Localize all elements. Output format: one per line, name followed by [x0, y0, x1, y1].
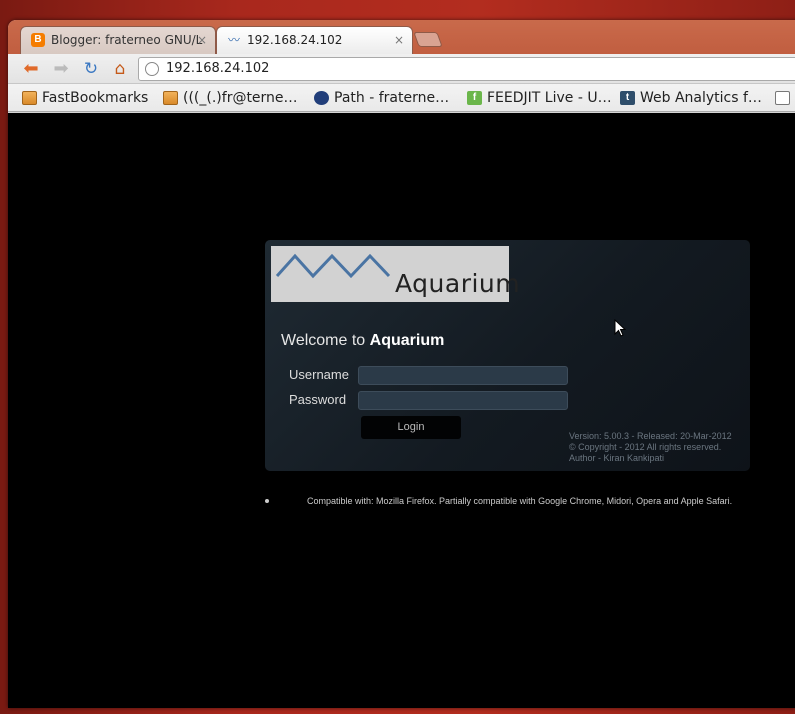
new-tab-button[interactable] — [413, 32, 443, 47]
username-label: Username — [289, 367, 349, 382]
reload-button[interactable]: ↻ — [80, 58, 102, 80]
welcome-heading: Welcome to Aquarium — [281, 332, 444, 350]
back-button[interactable]: ⬅ — [20, 58, 42, 80]
address-bar[interactable]: 192.168.24.102 — [138, 57, 795, 81]
tab-blogger[interactable]: B Blogger: fraterneo GNU/L × — [20, 26, 216, 54]
bookmark-feedjit[interactable]: f FEEDJIT Live - U… — [467, 89, 612, 107]
tumblr-icon: t — [620, 91, 635, 105]
page-content: Aquarium Welcome to Aquarium Username Pa… — [8, 113, 795, 708]
bookmark-path[interactable]: Path - fraterne… — [314, 89, 449, 107]
tab-title: Blogger: fraterneo GNU/L — [51, 33, 203, 47]
bookmark-label: (((_(.)fr@terne… — [183, 90, 298, 106]
forward-button[interactable]: ➡ — [50, 58, 72, 80]
bookmark-label: Web Analytics f… — [640, 90, 762, 106]
page-icon — [775, 91, 790, 105]
url-text: 192.168.24.102 — [166, 61, 270, 76]
compatibility-note: Compatible with: Mozilla Firefox. Partia… — [307, 496, 733, 506]
close-icon[interactable]: × — [394, 27, 404, 53]
globe-icon — [145, 62, 159, 76]
blogger-icon: B — [31, 33, 45, 47]
copyright-text: © Copyright - 2012 All rights reserved. — [569, 442, 722, 452]
reload-icon: ↻ — [83, 59, 99, 79]
bullet-icon — [265, 499, 269, 503]
folder-icon — [22, 91, 37, 105]
bookmark-label: Path - fraterne… — [334, 90, 450, 106]
bookmark-web-analytics[interactable]: t Web Analytics f… — [620, 89, 762, 107]
version-info: Version: 5.00.3 - Released: 20-Mar-2012 … — [569, 431, 732, 464]
arrow-right-icon: ➡ — [53, 58, 69, 79]
password-input[interactable] — [358, 391, 568, 410]
username-input[interactable] — [358, 366, 568, 385]
login-panel: Aquarium Welcome to Aquarium Username Pa… — [265, 240, 750, 471]
tab-strip: B Blogger: fraterneo GNU/L × 〰 192.168.2… — [8, 20, 795, 54]
login-button[interactable]: Login — [361, 416, 461, 439]
folder-icon — [163, 91, 178, 105]
logo-text: Aquarium — [395, 269, 521, 298]
path-icon — [314, 91, 329, 105]
bookmark-fraterneo[interactable]: (((_(.)fr@terne… — [163, 89, 298, 107]
bookmark-fastbookmarks[interactable]: FastBookmarks — [22, 89, 148, 107]
wave-icon: 〰 — [227, 33, 240, 47]
home-button[interactable]: ⌂ — [109, 58, 131, 80]
bookmark-page[interactable] — [775, 89, 795, 107]
tab-title: 192.168.24.102 — [247, 33, 343, 47]
home-icon: ⌂ — [114, 59, 126, 79]
browser-window: B Blogger: fraterneo GNU/L × 〰 192.168.2… — [8, 20, 795, 708]
wave-logo-icon — [275, 253, 391, 279]
toolbar: ⬅ ➡ ↻ ⌂ 192.168.24.102 — [8, 54, 795, 84]
welcome-prefix: Welcome to — [281, 332, 366, 349]
welcome-app-name: Aquarium — [369, 332, 445, 349]
author-text: Author - Kiran Kankipati — [569, 453, 665, 463]
mouse-cursor-icon — [614, 319, 626, 337]
tab-aquarium[interactable]: 〰 192.168.24.102 × — [216, 26, 413, 54]
bookmarks-bar: FastBookmarks (((_(.)fr@terne… Path - fr… — [8, 84, 795, 112]
close-icon[interactable]: × — [197, 27, 207, 53]
bookmark-label: FEEDJIT Live - U… — [487, 90, 612, 106]
feedjit-icon: f — [467, 91, 482, 105]
bookmark-label: FastBookmarks — [42, 90, 149, 106]
arrow-left-icon: ⬅ — [23, 58, 39, 79]
password-label: Password — [289, 392, 347, 407]
aquarium-logo: Aquarium — [271, 246, 520, 302]
version-text: Version: 5.00.3 - Released: 20-Mar-2012 — [569, 431, 732, 441]
